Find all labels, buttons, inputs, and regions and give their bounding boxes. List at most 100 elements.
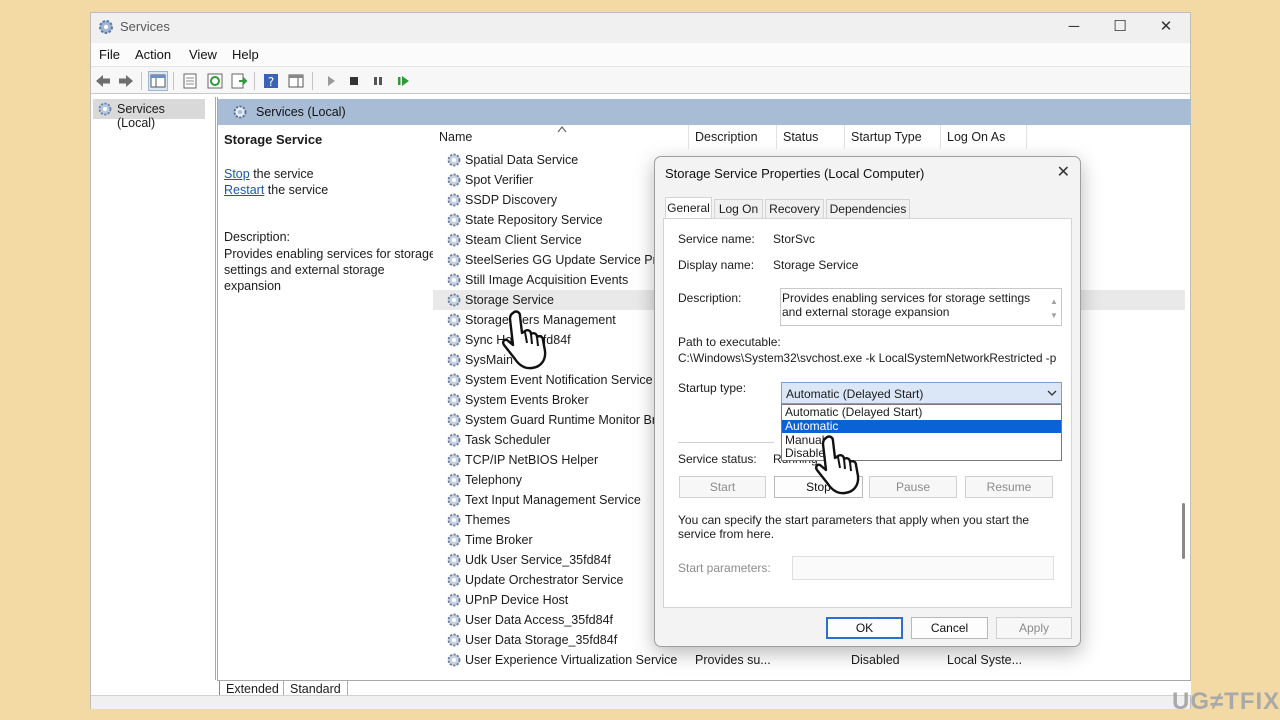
toolbar-separator <box>173 72 174 90</box>
stop-link[interactable]: Stop <box>224 167 250 181</box>
service-gear-icon <box>447 293 461 307</box>
forward-arrow-icon[interactable] <box>117 72 135 90</box>
service-name: Themes <box>465 513 511 527</box>
service-gear-icon <box>447 393 461 407</box>
service-gear-icon <box>447 253 461 267</box>
resume-button[interactable]: Resume <box>965 476 1053 498</box>
dialog-close-button[interactable]: ✕ <box>1057 162 1070 182</box>
pane-header-title: Services (Local) <box>256 105 346 119</box>
start-params-label: Start parameters: <box>678 561 771 575</box>
start-params-input[interactable] <box>792 556 1054 580</box>
service-gear-icon <box>447 193 461 207</box>
restart-link[interactable]: Restart <box>224 183 264 197</box>
cancel-button[interactable]: Cancel <box>911 617 988 639</box>
dialog-description-box[interactable]: Provides enabling services for storage s… <box>780 288 1062 326</box>
service-name-label: Service name: <box>678 232 755 246</box>
vertical-scrollbar-thumb[interactable] <box>1182 503 1185 559</box>
title-bar[interactable]: Services ─ ☐ ✕ <box>91 13 1190 43</box>
service-row[interactable]: User Experience Virtualization Service Pr… <box>433 650 1185 670</box>
tab-log-on[interactable]: Log On <box>714 199 763 219</box>
startup-type-value: Automatic (Delayed Start) <box>786 387 924 401</box>
service-name: Udk User Service_35fd84f <box>465 553 611 567</box>
dialog-description-label: Description: <box>678 291 742 305</box>
ok-button[interactable]: OK <box>826 617 903 639</box>
tree-item-services-local[interactable]: Services (Local) <box>93 99 205 130</box>
service-name: Telephony <box>465 473 522 487</box>
start-button[interactable]: Start <box>679 476 766 498</box>
column-header-name[interactable]: Name <box>433 125 689 149</box>
services-gear-icon <box>99 20 113 34</box>
close-button[interactable]: ✕ <box>1143 13 1189 43</box>
pause-service-icon[interactable] <box>369 72 387 90</box>
column-header-description[interactable]: Description <box>689 125 777 149</box>
service-gear-icon <box>447 373 461 387</box>
restart-line-text: the service <box>264 183 329 197</box>
restart-service-icon[interactable] <box>394 72 412 90</box>
service-gear-icon <box>447 653 461 667</box>
service-gear-icon <box>447 433 461 447</box>
show-hide-console-tree-icon[interactable] <box>148 71 168 91</box>
column-header-startup-type[interactable]: Startup Type <box>845 125 941 149</box>
back-arrow-icon[interactable] <box>94 72 112 90</box>
properties-icon[interactable] <box>181 72 199 90</box>
sort-ascending-icon <box>557 126 567 133</box>
service-gear-icon <box>447 213 461 227</box>
option-automatic[interactable]: Automatic <box>782 420 1061 433</box>
show-action-pane-icon[interactable] <box>287 72 305 90</box>
service-gear-icon <box>447 533 461 547</box>
service-gear-icon <box>447 633 461 647</box>
toolbar-separator <box>312 72 313 90</box>
service-gear-icon <box>447 233 461 247</box>
help-icon[interactable]: ? <box>262 72 280 90</box>
start-params-hint: You can specify the start parameters tha… <box>678 513 1030 541</box>
path-label: Path to executable: <box>678 335 781 349</box>
service-name: System Guard Runtime Monitor Br <box>465 413 657 427</box>
refresh-icon[interactable] <box>206 72 224 90</box>
services-gear-icon <box>98 102 112 116</box>
menu-help[interactable]: Help <box>232 47 259 62</box>
column-header-log-on-as[interactable]: Log On As <box>941 125 1027 149</box>
service-name: System Events Broker <box>465 393 589 407</box>
pause-button[interactable]: Pause <box>869 476 957 498</box>
watermark-logo: UG≠TFIX <box>1172 688 1280 715</box>
apply-button[interactable]: Apply <box>996 617 1072 639</box>
menu-action[interactable]: Action <box>135 47 171 62</box>
menu-file[interactable]: File <box>99 47 120 62</box>
hand-pointer-cursor-icon <box>502 310 547 370</box>
display-name-label: Display name: <box>678 258 755 272</box>
service-name: System Event Notification Service <box>465 373 653 387</box>
export-list-icon[interactable] <box>230 72 248 90</box>
tab-dependencies[interactable]: Dependencies <box>826 199 910 219</box>
service-gear-icon <box>447 473 461 487</box>
restart-line: Restart the service <box>224 183 328 197</box>
service-gear-icon <box>447 273 461 287</box>
start-service-icon[interactable] <box>322 72 340 90</box>
service-gear-icon <box>447 613 461 627</box>
service-gear-icon <box>447 173 461 187</box>
column-header-name-label: Name <box>439 130 473 144</box>
description-label: Description: <box>224 230 290 244</box>
service-name-value: StorSvc <box>773 232 816 246</box>
stop-service-icon[interactable] <box>345 72 363 90</box>
toolbar: ? <box>91 66 1190 94</box>
maximize-button[interactable]: ☐ <box>1097 13 1143 43</box>
tab-general[interactable]: General <box>665 197 712 219</box>
description-scroll-arrows-icon[interactable]: ▲ ▼ <box>1049 295 1059 323</box>
service-name: Time Broker <box>465 533 533 547</box>
column-header-status[interactable]: Status <box>777 125 845 149</box>
menu-view[interactable]: View <box>189 47 217 62</box>
service-name: Text Input Management Service <box>465 493 641 507</box>
service-gear-icon <box>447 153 461 167</box>
service-name: UPnP Device Host <box>465 593 569 607</box>
toolbar-separator <box>141 72 142 90</box>
minimize-button[interactable]: ─ <box>1051 13 1097 43</box>
dialog-description-text: Provides enabling services for storage s… <box>782 291 1031 319</box>
service-name: Task Scheduler <box>465 433 551 447</box>
service-properties-dialog: Storage Service Properties (Local Comput… <box>654 156 1081 647</box>
svg-text:?: ? <box>268 75 274 89</box>
display-name-value: Storage Service <box>773 258 859 272</box>
startup-type-select[interactable]: Automatic (Delayed Start) <box>781 382 1062 404</box>
option-automatic-delayed[interactable]: Automatic (Delayed Start) <box>782 406 1061 419</box>
dialog-title: Storage Service Properties (Local Comput… <box>665 166 925 181</box>
tab-recovery[interactable]: Recovery <box>765 199 824 219</box>
